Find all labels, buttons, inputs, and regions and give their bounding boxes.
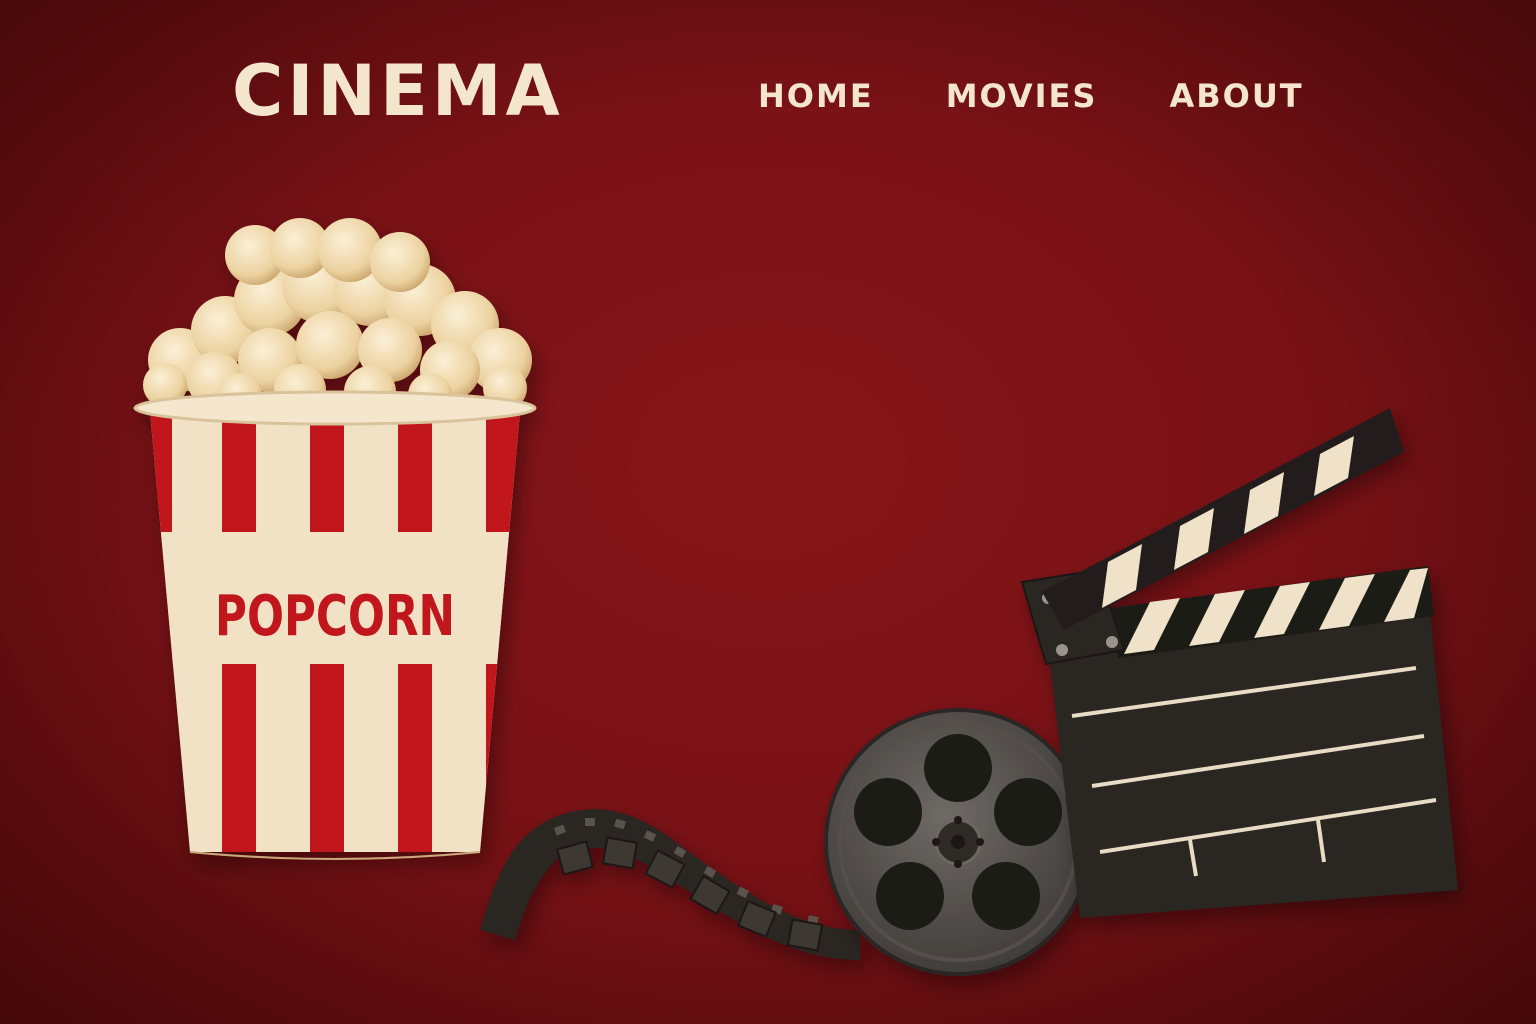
popcorn-bucket-label: POPCORN <box>215 584 455 649</box>
popcorn-kernels <box>143 218 532 418</box>
film-reel-icon <box>824 708 1092 976</box>
popcorn-bucket-icon: POPCORN <box>133 218 537 860</box>
film-strip-icon <box>480 809 860 960</box>
clapperboard-icon <box>1020 408 1458 918</box>
hero-illustration: POPCORN <box>133 218 1458 976</box>
